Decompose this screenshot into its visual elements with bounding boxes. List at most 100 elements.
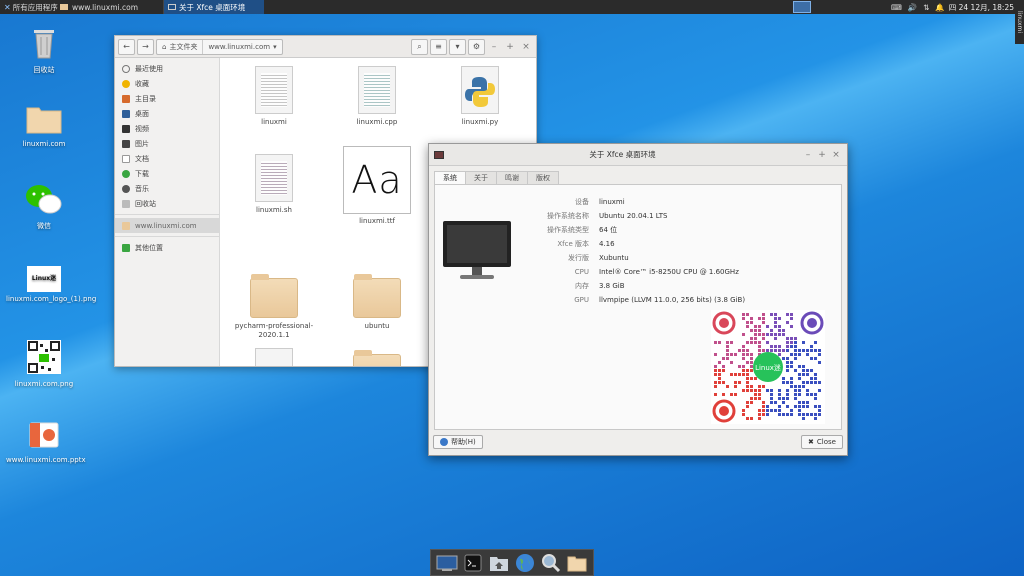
qr-module xyxy=(746,353,749,356)
tab-about[interactable]: 关于 xyxy=(465,171,497,184)
maximize-button[interactable]: + xyxy=(815,150,829,160)
qr-module xyxy=(750,357,753,360)
close-dialog-button[interactable]: ✖ Close xyxy=(801,435,843,449)
sidebar-item-mounted[interactable]: www.linuxmi.com xyxy=(115,218,219,233)
network-icon[interactable]: ⇅ xyxy=(923,3,929,12)
sidebar-item-recent[interactable]: 最近使用 xyxy=(115,61,219,76)
sidebar-item-downloads[interactable]: 下载 xyxy=(115,166,219,181)
dock-show-desktop[interactable] xyxy=(436,552,458,574)
sidebar-item-other-locations[interactable]: 其他位置 xyxy=(115,240,219,255)
file-item[interactable]: Aa linuxmi.ttf xyxy=(332,146,422,226)
keyboard-icon[interactable]: ⌨ xyxy=(891,3,902,12)
file-item-partial[interactable] xyxy=(229,348,319,366)
qr-module xyxy=(714,369,717,372)
qr-module xyxy=(714,373,717,376)
qr-module xyxy=(766,413,769,416)
close-button[interactable]: × xyxy=(829,150,843,160)
forward-button[interactable]: → xyxy=(137,38,154,55)
minimize-button[interactable]: – xyxy=(487,42,501,52)
folder-item[interactable]: pycharm-professional-2020.1.1 xyxy=(229,272,319,340)
view-mode-button[interactable]: ≡ xyxy=(430,38,447,55)
dock-folder[interactable] xyxy=(566,552,588,574)
applications-menu-button[interactable]: ✕ 所有应用程序 xyxy=(0,0,58,14)
qr-module xyxy=(774,321,777,324)
qr-module xyxy=(810,393,813,396)
qr-module xyxy=(718,341,721,344)
qr-module xyxy=(794,353,797,356)
qr-module xyxy=(814,413,817,416)
desktop-icon-logo-png[interactable]: Linux迷 linuxmi.com_logo_(1).png xyxy=(6,266,97,304)
view-options-button[interactable]: ▾ xyxy=(449,38,466,55)
qr-module xyxy=(786,405,789,408)
qr-module xyxy=(786,389,789,392)
about-dialog-titlebar[interactable]: 关于 Xfce 桌面环境 – + × xyxy=(429,144,847,166)
dock-web-browser[interactable] xyxy=(514,552,536,574)
sidebar-item-music[interactable]: 音乐 xyxy=(115,181,219,196)
qr-module xyxy=(810,349,813,352)
qr-module xyxy=(778,397,781,400)
close-button[interactable]: × xyxy=(519,42,533,52)
workspace-1[interactable] xyxy=(792,1,811,13)
volume-icon[interactable]: 🔊 xyxy=(908,3,917,12)
list-icon: ≡ xyxy=(435,42,442,51)
help-button[interactable]: 帮助(H) xyxy=(433,435,483,449)
desktop-icon-qr-png[interactable]: linuxmi.com.png xyxy=(6,340,82,389)
sidebar-item-trash[interactable]: 回收站 xyxy=(115,196,219,211)
sidebar-item-pictures[interactable]: 图片 xyxy=(115,136,219,151)
qr-module xyxy=(750,397,753,400)
file-item[interactable]: linuxmi.sh xyxy=(229,154,319,215)
file-item[interactable]: linuxmi.py xyxy=(435,66,525,127)
qr-module xyxy=(714,365,717,368)
path-crumb-home[interactable]: ⌂ 主文件夹 xyxy=(157,40,202,54)
tab-system[interactable]: 系统 xyxy=(434,171,466,184)
qr-module xyxy=(754,325,757,328)
side-panel-handle[interactable]: linuxmi xyxy=(1015,0,1024,44)
sidebar-item-favorites[interactable]: 收藏 xyxy=(115,76,219,91)
qr-module xyxy=(734,381,737,384)
desktop-icon-label: linuxmi.com_logo_(1).png xyxy=(6,295,97,303)
qr-module xyxy=(746,417,749,420)
qr-module xyxy=(750,401,753,404)
xfce-logo-icon: ✕ xyxy=(4,2,11,12)
qr-module xyxy=(722,369,725,372)
tab-credits[interactable]: 鸣谢 xyxy=(496,171,528,184)
desktop-icon-folder[interactable]: linuxmi.com xyxy=(6,104,82,149)
qr-module xyxy=(802,341,805,344)
folder-item[interactable]: ubuntu xyxy=(332,272,422,331)
qr-module xyxy=(794,369,797,372)
back-button[interactable]: ← xyxy=(118,38,135,55)
clock[interactable]: 四 24 12月, 18:25 xyxy=(949,2,1024,13)
desktop-icon-label: 回收站 xyxy=(33,66,55,74)
taskbar-item-file-manager[interactable]: www.linuxmi.com xyxy=(56,0,164,14)
folder-item-partial[interactable] xyxy=(332,348,422,366)
qr-module xyxy=(758,317,761,320)
desktop-icon-trash[interactable]: 回收站 xyxy=(6,26,82,75)
desktop-icon-wechat[interactable]: 微信 xyxy=(6,184,82,231)
sidebar-item-videos[interactable]: 视频 xyxy=(115,121,219,136)
qr-module xyxy=(746,341,749,344)
sidebar-item-label: www.linuxmi.com xyxy=(135,221,197,230)
menu-button[interactable]: ⚙ xyxy=(468,38,485,55)
dock-terminal[interactable] xyxy=(462,552,484,574)
minimize-button[interactable]: – xyxy=(801,150,815,160)
search-button[interactable]: ⌕ xyxy=(411,38,428,55)
sidebar-item-documents[interactable]: 文档 xyxy=(115,151,219,166)
dock-search[interactable] xyxy=(540,552,562,574)
file-item[interactable]: linuxmi xyxy=(229,66,319,127)
qr-module xyxy=(802,349,805,352)
sidebar-item-home[interactable]: 主目录 xyxy=(115,91,219,106)
maximize-button[interactable]: + xyxy=(503,42,517,52)
qr-module xyxy=(762,405,765,408)
file-item[interactable]: linuxmi.cpp xyxy=(332,66,422,127)
qr-module xyxy=(766,333,769,336)
workspace-switcher[interactable] xyxy=(792,1,811,13)
desktop-icon-pptx[interactable]: www.linuxmi.com.pptx xyxy=(6,420,86,465)
sidebar-item-desktop[interactable]: 桌面 xyxy=(115,106,219,121)
document-icon xyxy=(122,154,130,163)
notification-icon[interactable]: 🔔 xyxy=(935,3,944,12)
dock-home-folder[interactable] xyxy=(488,552,510,574)
path-crumb-current[interactable]: www.linuxmi.com ▾ xyxy=(202,39,281,54)
tab-copyright[interactable]: 版权 xyxy=(527,171,559,184)
taskbar-item-about[interactable]: 关于 Xfce 桌面环境 xyxy=(164,0,264,14)
qr-module xyxy=(750,369,753,372)
